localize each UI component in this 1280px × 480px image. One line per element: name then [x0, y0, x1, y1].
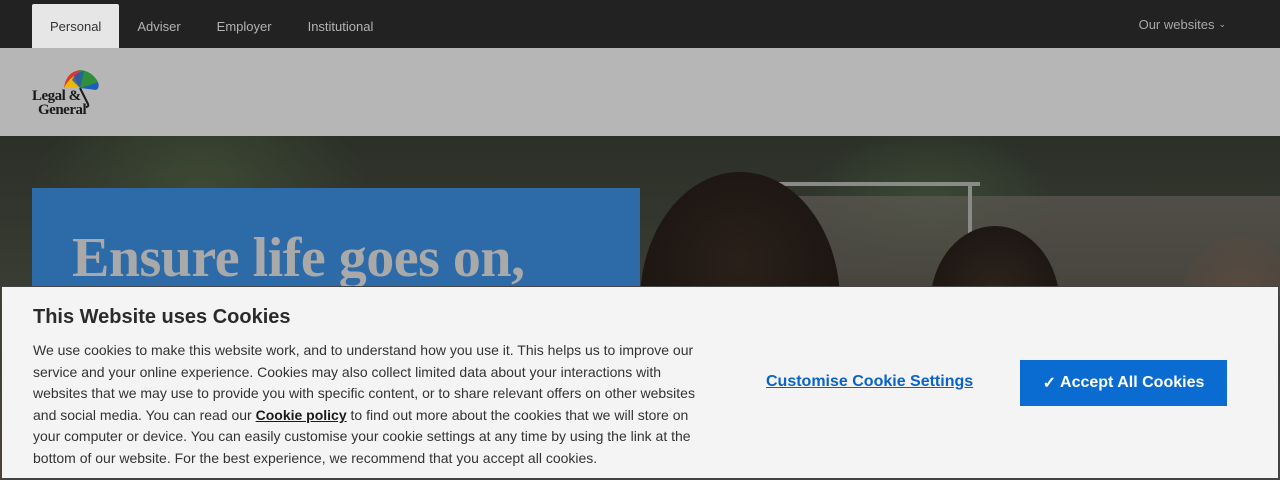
hero-background-frame-top — [770, 182, 980, 186]
tab-employer[interactable]: Employer — [199, 4, 290, 48]
chevron-down-icon: ⌄ — [1218, 18, 1226, 29]
customise-cookie-settings-link[interactable]: Customise Cookie Settings — [766, 373, 973, 391]
our-websites-dropdown[interactable]: Our websites ⌄ — [1139, 0, 1226, 48]
legal-general-logo[interactable]: Legal & General — [32, 66, 102, 118]
tab-personal[interactable]: Personal — [32, 4, 120, 48]
check-icon: ✓ — [1042, 375, 1057, 392]
cookie-policy-link[interactable]: Cookie policy — [256, 407, 347, 423]
top-navigation-bar: Personal Adviser Employer Institutional … — [0, 0, 1280, 48]
accept-all-cookies-label: Accept All Cookies — [1060, 374, 1205, 391]
tab-institutional[interactable]: Institutional — [290, 4, 392, 48]
cookie-banner-text: We use cookies to make this website work… — [33, 340, 713, 470]
hero-headline: Ensure life goes on, — [72, 227, 525, 289]
logo-text-line2: General — [38, 102, 87, 118]
cookie-consent-banner: This Website uses Cookies We use cookies… — [1, 286, 1279, 479]
cookie-banner-title: This Website uses Cookies — [33, 306, 291, 328]
site-header: Legal & General — [0, 48, 1280, 136]
our-websites-label: Our websites — [1138, 16, 1215, 32]
tab-adviser[interactable]: Adviser — [119, 4, 198, 48]
audience-tabs: Personal Adviser Employer Institutional — [32, 4, 391, 48]
accept-all-cookies-button[interactable]: ✓ Accept All Cookies — [1020, 360, 1227, 406]
